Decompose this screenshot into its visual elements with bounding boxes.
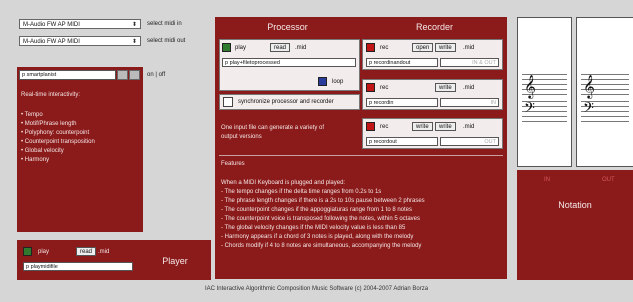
midi-out-select[interactable]: M-Audio FW AP MIDI ⬍: [19, 36, 141, 46]
player-play-label: play: [38, 249, 50, 255]
interactivity-list: • Tempo • Motif/Phrase length • Polyphon…: [21, 111, 139, 165]
list-item: • Tempo: [21, 112, 43, 118]
features-divider: [219, 155, 503, 156]
notation-out-label: OUT: [602, 177, 615, 183]
list-item: - The counterpoint changes if the appogg…: [221, 207, 413, 213]
features-list: When a MIDI Keyboard is plugged and play…: [221, 179, 501, 251]
midi-out-label: select midi out: [147, 38, 186, 44]
rec-in-out-write-button[interactable]: write: [435, 43, 456, 52]
treble-clef-icon: 𝄞: [524, 74, 536, 98]
processor-file-field[interactable]: p play+filetoprocessed: [222, 58, 356, 67]
processor-ext-label: .mid: [295, 45, 307, 51]
processor-play-label: play: [235, 45, 247, 51]
midi-in-label: select midi in: [147, 21, 182, 27]
score-out: 𝄞 𝄢: [576, 17, 633, 167]
processor-note: One input file can generate a variety of…: [221, 125, 325, 140]
chevron-down-icon: ⬍: [131, 22, 137, 28]
recorder-title: Recorder: [415, 22, 453, 32]
rec-out-toggle[interactable]: [366, 122, 375, 131]
rec-in-out-open-button[interactable]: open: [412, 43, 434, 52]
loop-label: loop: [332, 79, 344, 85]
rec-in-out-ext: .mid: [463, 45, 475, 51]
rec-out-status: OUT: [440, 137, 499, 146]
processor-title: Processor: [267, 22, 308, 32]
footer-credit: IAC Interactive Algorithmic Composition …: [204, 286, 429, 292]
rec-in-label: rec: [380, 85, 389, 91]
notation-title: Notation: [558, 200, 592, 210]
rec-in-toggle[interactable]: [366, 83, 375, 92]
midi-in-select[interactable]: M-Audio FW AP MIDI ⬍: [19, 19, 141, 29]
list-item: • Global velocity: [21, 148, 64, 154]
list-item: - The phrase length changes if there is …: [221, 198, 425, 204]
list-item: • Motif/Phrase length: [21, 121, 77, 127]
list-item: • Counterpoint transposition: [21, 139, 95, 145]
player-file-field[interactable]: p playmidifile: [23, 262, 133, 271]
rec-out-field[interactable]: p recordout: [366, 137, 438, 146]
features-intro: When a MIDI Keyboard is plugged and play…: [221, 180, 346, 186]
features-title: Features: [221, 161, 245, 167]
on-toggle[interactable]: [117, 70, 128, 80]
list-item: - The tempo changes if the delta time ra…: [221, 189, 382, 195]
player-read-button[interactable]: read: [76, 247, 97, 256]
processor-read-button[interactable]: read: [270, 43, 291, 52]
list-item: - The global velocity changes if the MID…: [221, 225, 406, 231]
player-title: Player: [162, 256, 188, 266]
list-item: - Harmony appears if a chord of 3 notes …: [221, 234, 414, 240]
rec-in-out-toggle[interactable]: [366, 43, 375, 52]
rec-in-ext: .mid: [463, 85, 475, 91]
midi-out-value: M-Audio FW AP MIDI: [23, 39, 80, 45]
sync-checkbox[interactable]: [223, 97, 233, 107]
rec-out-write-button-2[interactable]: write: [435, 122, 456, 131]
rec-out-ext: .mid: [463, 124, 475, 130]
treble-clef-icon: 𝄞: [583, 74, 595, 98]
list-item: • Polyphony: counterpoint: [21, 130, 90, 136]
bass-clef-icon: 𝄢: [524, 100, 535, 120]
notation-in-label: IN: [544, 177, 550, 183]
score-in: 𝄞 𝄢: [517, 17, 572, 167]
rec-out-label: rec: [380, 124, 389, 130]
rec-in-write-button[interactable]: write: [435, 83, 456, 92]
chevron-down-icon: ⬍: [131, 39, 137, 45]
notation-panel: [517, 170, 633, 280]
list-item: - Chords modify if 4 to 8 notes are simu…: [221, 243, 422, 249]
loop-toggle[interactable]: [318, 77, 327, 86]
bass-clef-icon: 𝄢: [583, 100, 594, 120]
processor-play-toggle[interactable]: [222, 43, 231, 52]
smartplanist-field[interactable]: p smartplanist: [19, 70, 116, 80]
rec-in-out-field[interactable]: p recordinandout: [366, 58, 438, 67]
midi-in-value: M-Audio FW AP MIDI: [23, 22, 80, 28]
player-play-toggle[interactable]: [23, 247, 32, 256]
rec-in-out-label: rec: [380, 45, 389, 51]
rec-out-write-button-1[interactable]: write: [412, 122, 433, 131]
sync-label: synchronize processor and recorder: [238, 99, 334, 105]
list-item: - The counterpoint voice is transposed f…: [221, 216, 421, 222]
list-item: • Harmony: [21, 157, 50, 163]
player-ext-label: .mid: [98, 249, 110, 255]
interactivity-title: Real-time interactivity:: [21, 92, 81, 98]
rec-in-out-status: IN & OUT: [440, 58, 499, 67]
off-toggle[interactable]: [129, 70, 140, 80]
rec-in-status: IN: [440, 98, 499, 107]
onoff-label: on | off: [147, 72, 166, 78]
rec-in-field[interactable]: p recordin: [366, 98, 438, 107]
